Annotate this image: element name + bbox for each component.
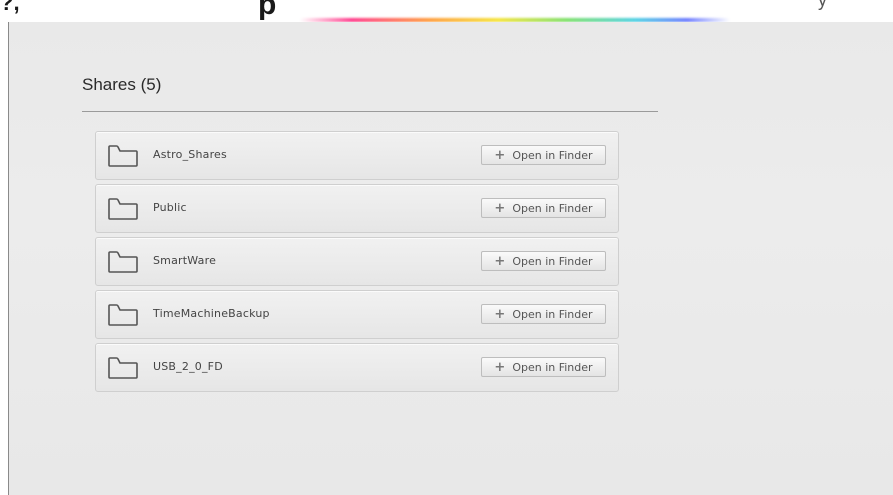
open-in-finder-label: Open in Finder <box>512 307 593 321</box>
top-right-fragment: y <box>818 0 827 10</box>
share-name: TimeMachineBackup <box>153 307 270 320</box>
open-in-finder-button[interactable]: + Open in Finder <box>481 145 606 165</box>
share-row: TimeMachineBackup + Open in Finder <box>95 290 619 339</box>
top-center-fragment: p <box>258 0 277 21</box>
folder-icon <box>108 145 138 167</box>
open-in-finder-button[interactable]: + Open in Finder <box>481 304 606 324</box>
open-in-finder-label: Open in Finder <box>512 148 593 162</box>
shares-panel: Shares (5) Astro_Shares + Open in Finder… <box>8 22 893 495</box>
open-in-finder-label: Open in Finder <box>512 360 593 374</box>
share-name: Astro_Shares <box>153 148 227 161</box>
share-name: USB_2_0_FD <box>153 360 223 373</box>
plus-icon: + <box>494 253 506 269</box>
plus-icon: + <box>494 200 506 216</box>
open-in-finder-button[interactable]: + Open in Finder <box>481 357 606 377</box>
share-name: SmartWare <box>153 254 217 267</box>
folder-icon <box>108 198 138 220</box>
open-in-finder-button[interactable]: + Open in Finder <box>481 251 606 271</box>
share-row: SmartWare + Open in Finder <box>95 237 619 286</box>
title-divider <box>82 111 658 112</box>
folder-icon <box>108 304 138 326</box>
page-title: Shares (5) <box>82 75 162 94</box>
top-strip: ?, p y <box>0 0 893 24</box>
share-list: Astro_Shares + Open in Finder Public + O… <box>95 131 619 396</box>
open-in-finder-label: Open in Finder <box>512 254 593 268</box>
open-in-finder-label: Open in Finder <box>512 201 593 215</box>
share-name: Public <box>153 201 187 214</box>
folder-icon <box>108 251 138 273</box>
folder-icon <box>108 357 138 379</box>
share-row: Astro_Shares + Open in Finder <box>95 131 619 180</box>
share-row: Public + Open in Finder <box>95 184 619 233</box>
plus-icon: + <box>494 147 506 163</box>
plus-icon: + <box>494 359 506 375</box>
top-left-fragment: ?, <box>0 0 20 15</box>
open-in-finder-button[interactable]: + Open in Finder <box>481 198 606 218</box>
plus-icon: + <box>494 306 506 322</box>
share-row: USB_2_0_FD + Open in Finder <box>95 343 619 392</box>
